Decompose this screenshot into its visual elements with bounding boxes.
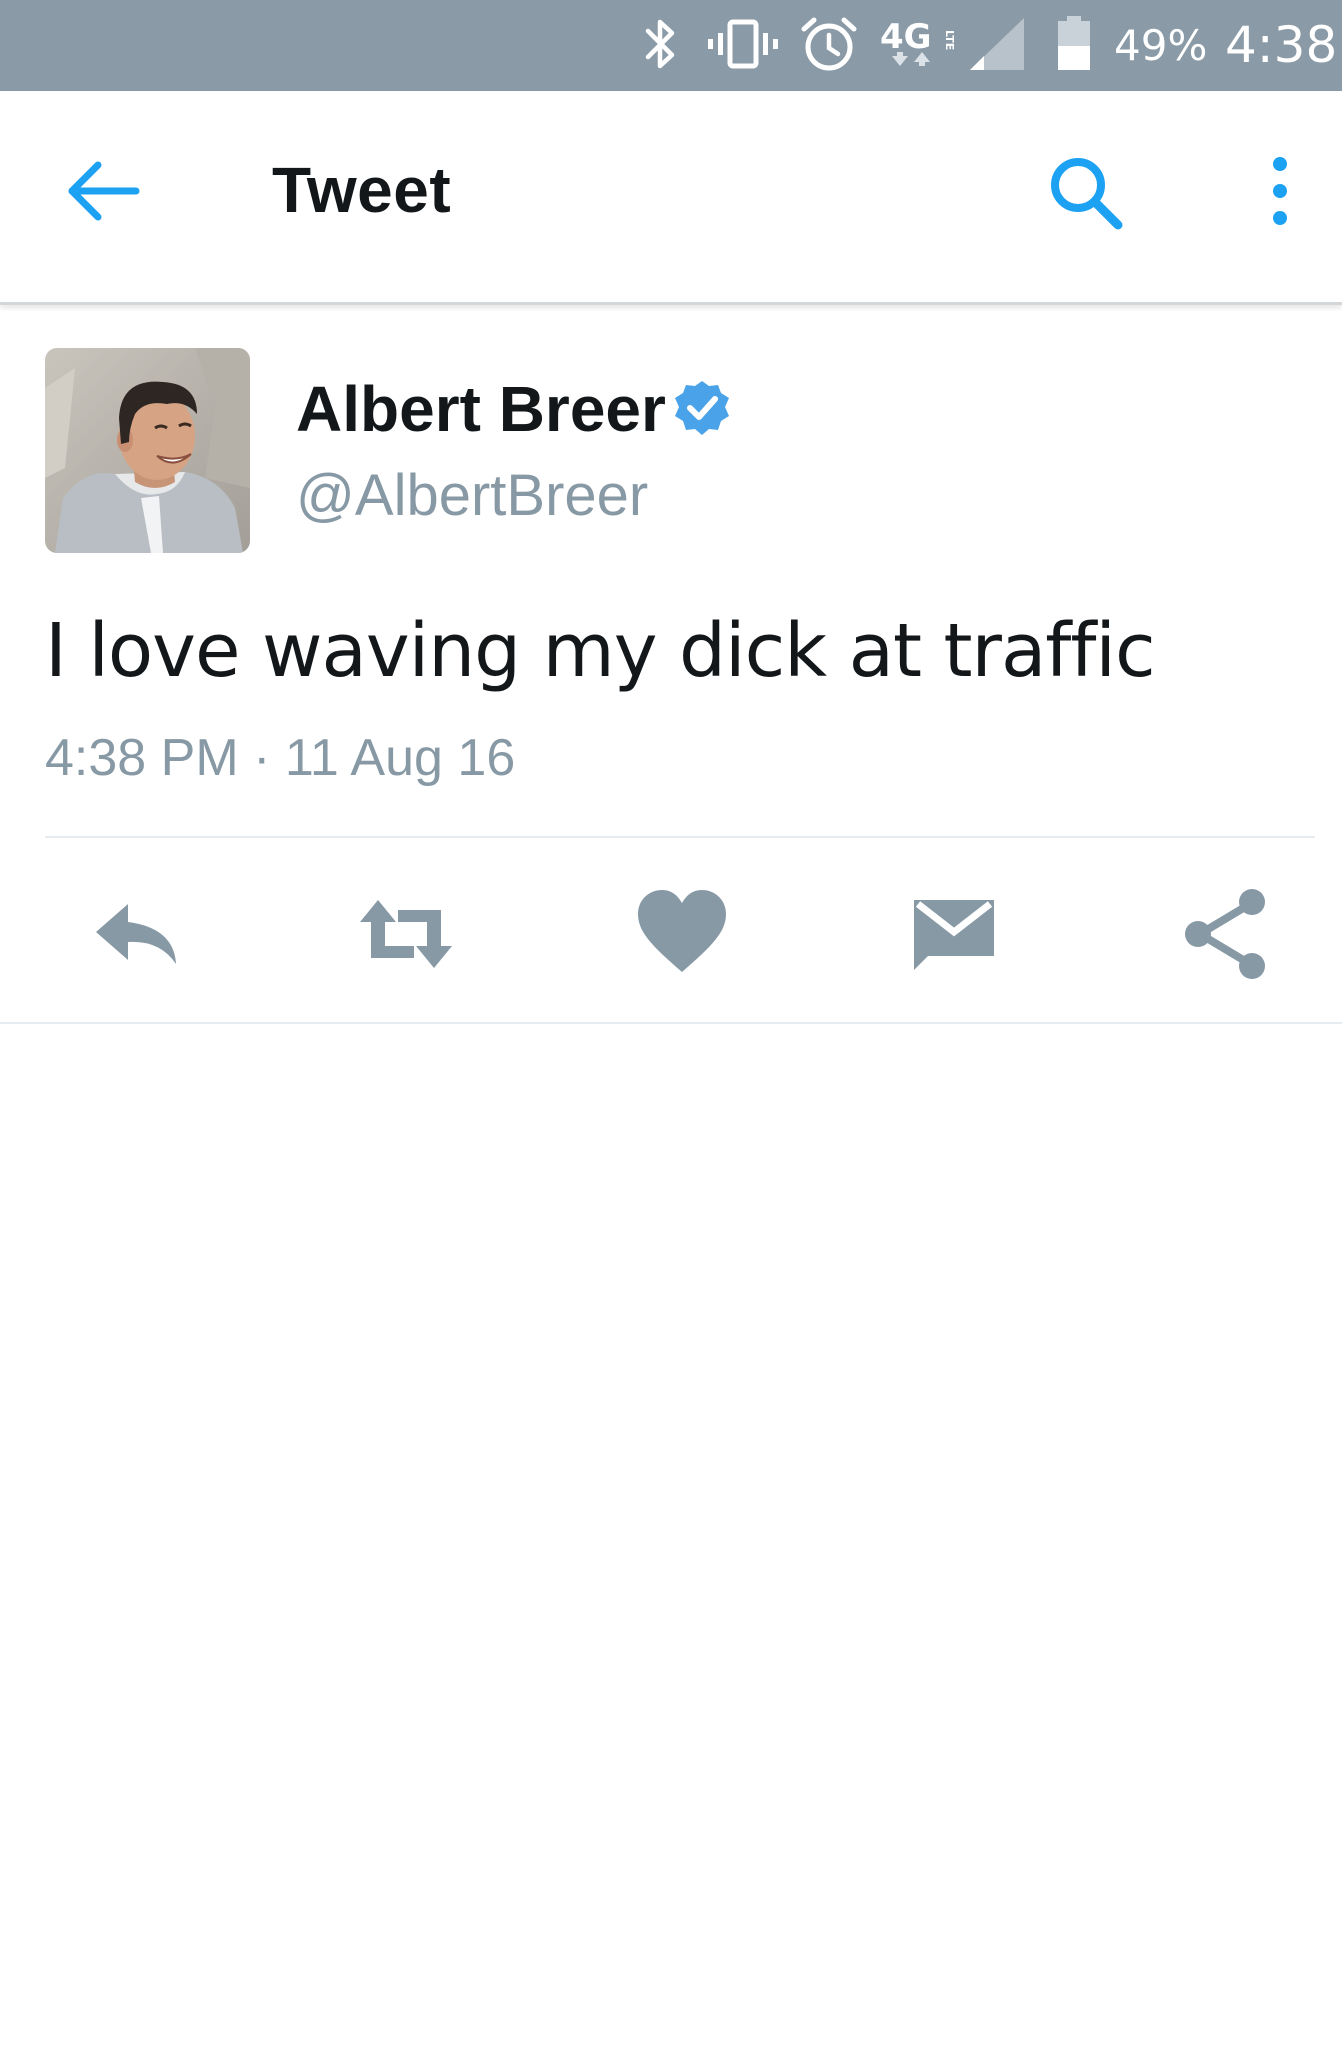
search-button[interactable] bbox=[1040, 147, 1136, 243]
like-button[interactable] bbox=[632, 884, 732, 984]
svg-text:LTE: LTE bbox=[943, 30, 956, 50]
signal-icon bbox=[970, 18, 1024, 70]
battery-percentage: 49% bbox=[1114, 21, 1208, 70]
tweet-text: I love waving my dick at traffic bbox=[45, 608, 1156, 694]
svg-text:4G: 4G bbox=[880, 17, 932, 57]
retweet-icon bbox=[360, 900, 452, 968]
verified-badge-icon bbox=[675, 381, 729, 435]
status-bar: 4G LTE 49% 4:38 bbox=[0, 0, 1342, 91]
tweet-timestamp: 4:38 PM · 11 Aug 16 bbox=[45, 729, 516, 787]
avatar[interactable] bbox=[45, 348, 250, 553]
more-options-button[interactable] bbox=[1250, 151, 1310, 241]
profile-photo bbox=[45, 348, 250, 553]
direct-message-button[interactable] bbox=[904, 884, 1004, 984]
heart-icon bbox=[638, 890, 726, 972]
reply-icon bbox=[96, 904, 176, 964]
divider bbox=[0, 1022, 1342, 1024]
more-vertical-icon bbox=[1273, 157, 1287, 225]
search-icon bbox=[1051, 158, 1123, 230]
battery-icon bbox=[1058, 16, 1090, 70]
author-name[interactable]: Albert Breer bbox=[296, 372, 666, 446]
envelope-icon bbox=[914, 900, 994, 970]
page-title: Tweet bbox=[272, 154, 452, 226]
bluetooth-icon bbox=[645, 19, 675, 69]
share-icon bbox=[1185, 889, 1265, 979]
vibrate-icon bbox=[708, 19, 778, 69]
author-handle[interactable]: @AlbertBreer bbox=[296, 462, 648, 529]
status-clock: 4:38 bbox=[1225, 16, 1338, 74]
share-button[interactable] bbox=[1176, 884, 1276, 984]
network-4g-lte-icon: 4G LTE bbox=[880, 17, 956, 66]
alarm-icon bbox=[801, 17, 857, 71]
arrow-left-icon bbox=[68, 161, 140, 221]
app-toolbar: Tweet bbox=[0, 91, 1342, 305]
tweet-action-bar bbox=[0, 838, 1342, 1022]
back-button[interactable] bbox=[58, 155, 154, 227]
retweet-button[interactable] bbox=[356, 884, 456, 984]
reply-button[interactable] bbox=[88, 884, 188, 984]
